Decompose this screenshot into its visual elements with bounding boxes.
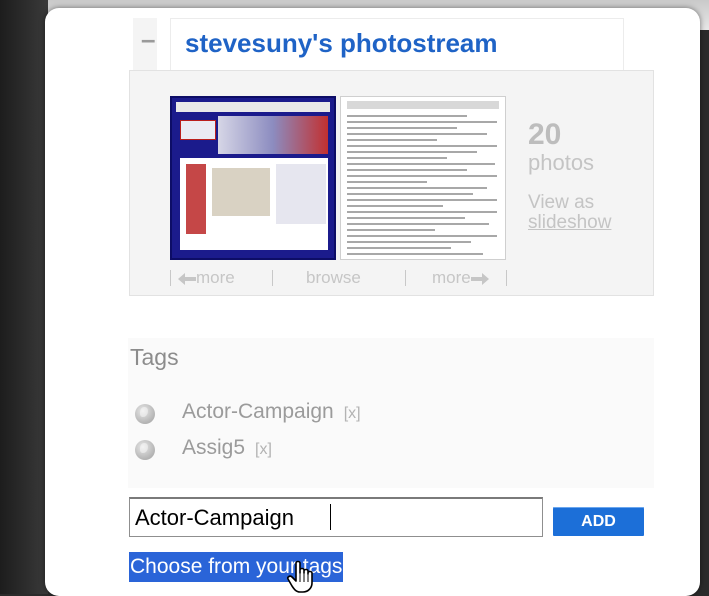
- remove-tag-button[interactable]: [x]: [344, 405, 361, 422]
- tag-link[interactable]: Actor-Campaign: [182, 400, 334, 423]
- photo-count: 20: [528, 118, 562, 151]
- photo-thumbnail[interactable]: [340, 96, 506, 260]
- add-tag-button[interactable]: ADD: [553, 507, 644, 536]
- photostream-nav: more browse more: [170, 266, 508, 290]
- next-more-link[interactable]: more: [432, 268, 489, 288]
- next-more-label: more: [432, 268, 471, 287]
- remove-tag-button[interactable]: [x]: [255, 441, 272, 458]
- nav-divider: [506, 270, 507, 286]
- hand-pointer-icon: [287, 560, 313, 593]
- tag-link[interactable]: Assig5: [182, 436, 245, 459]
- view-as-label[interactable]: View as: [528, 192, 594, 214]
- slideshow-link[interactable]: slideshow: [528, 212, 611, 234]
- prev-more-link[interactable]: more: [178, 268, 235, 288]
- nav-divider: [272, 270, 273, 286]
- minus-icon[interactable]: –: [141, 24, 157, 54]
- photo-thumbnail[interactable]: [170, 96, 336, 260]
- globe-icon: [135, 440, 155, 460]
- globe-icon: [135, 404, 155, 424]
- nav-divider: [405, 270, 406, 286]
- photo-count-label: photos: [528, 150, 595, 175]
- left-arrow-icon: [178, 272, 196, 285]
- browse-link[interactable]: browse: [306, 268, 361, 288]
- photostream-title[interactable]: stevesuny's photostream: [185, 28, 498, 64]
- text-caret: [330, 504, 331, 530]
- add-tag-input[interactable]: [129, 497, 543, 537]
- page-left-background: [0, 0, 48, 594]
- tags-heading: Tags: [130, 344, 179, 370]
- right-arrow-icon: [470, 272, 489, 285]
- prev-more-label: more: [196, 268, 235, 287]
- nav-divider: [170, 270, 171, 286]
